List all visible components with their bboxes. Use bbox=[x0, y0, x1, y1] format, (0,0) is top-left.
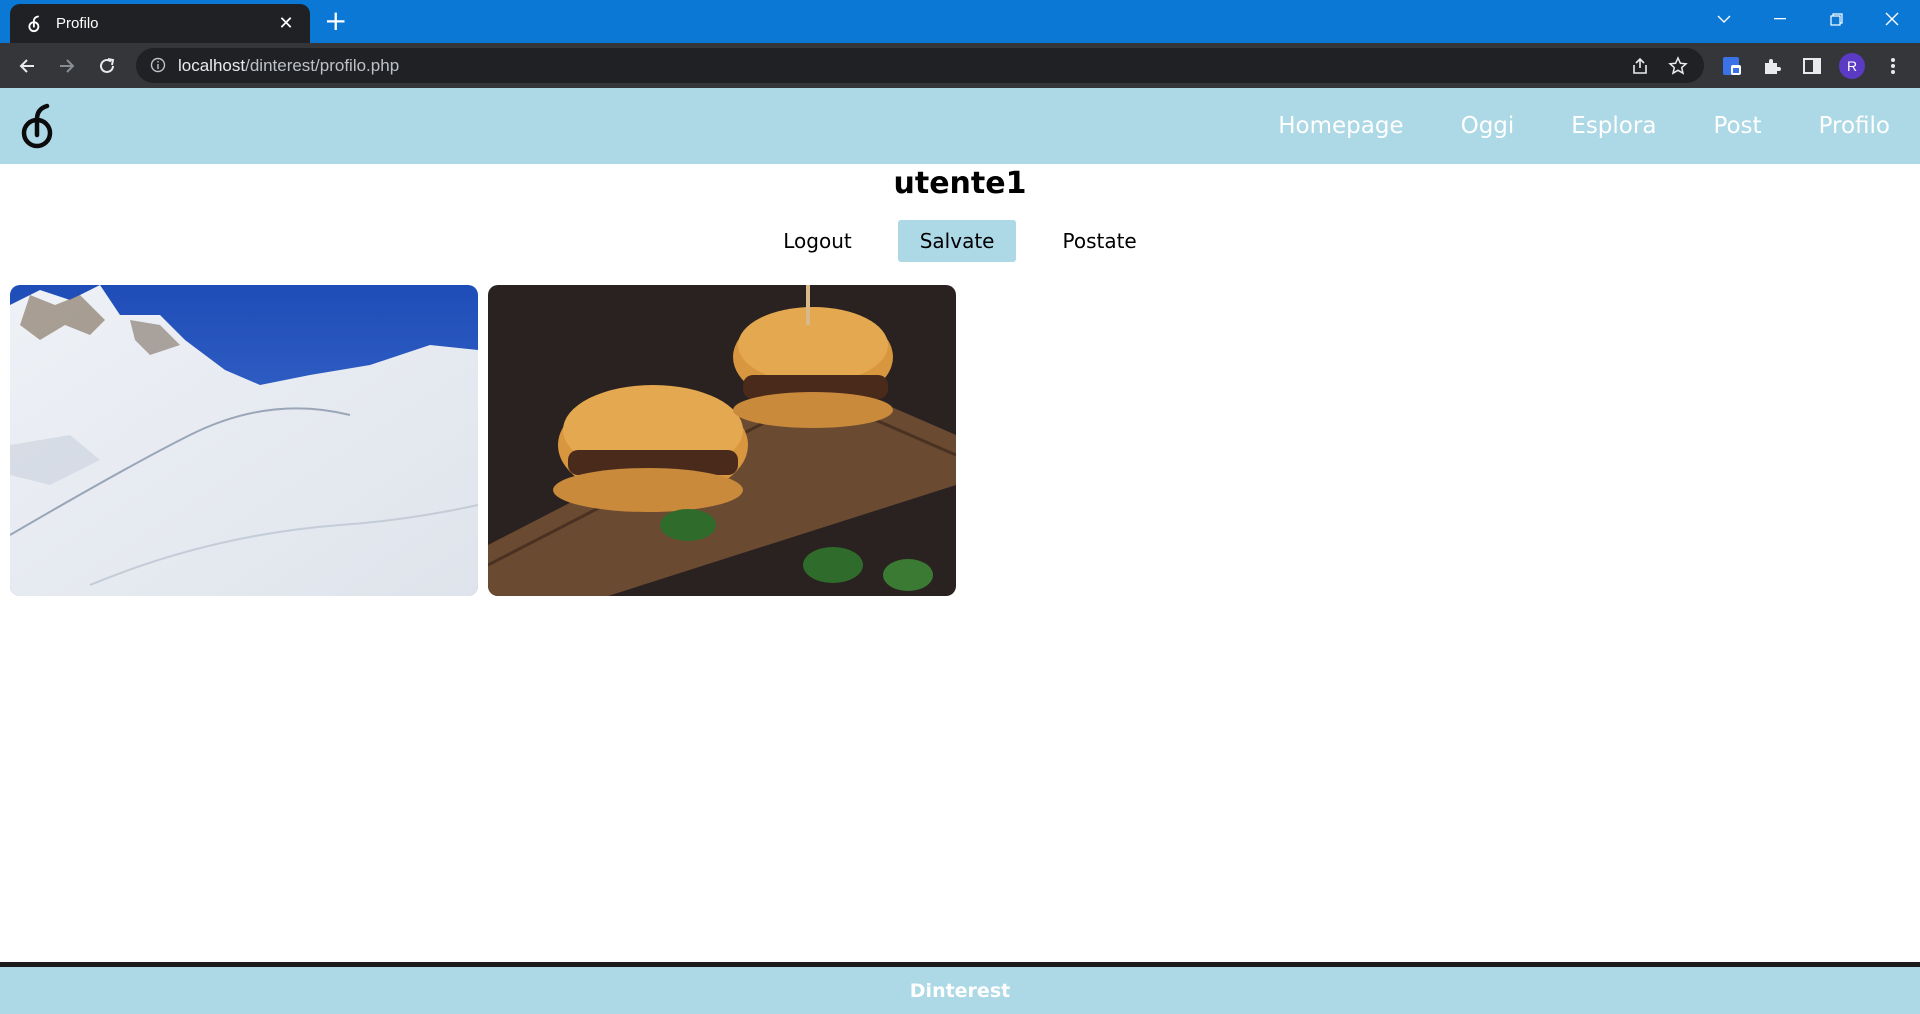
nav-link-oggi[interactable]: Oggi bbox=[1461, 113, 1515, 139]
site-navbar: Homepage Oggi Esplora Post Profilo bbox=[0, 88, 1920, 164]
site-footer: Dinterest bbox=[0, 962, 1920, 1014]
footer-brand: Dinterest bbox=[909, 979, 1011, 1002]
window-controls bbox=[1696, 0, 1920, 38]
minimize-icon[interactable] bbox=[1752, 0, 1808, 38]
post-card-ski-slope[interactable] bbox=[10, 285, 478, 596]
profile-username: utente1 bbox=[893, 166, 1027, 201]
forward-arrow-icon[interactable] bbox=[55, 54, 79, 78]
nav-link-post[interactable]: Post bbox=[1713, 113, 1761, 139]
saved-posts-grid bbox=[10, 285, 966, 596]
tab-postate[interactable]: Postate bbox=[1040, 220, 1158, 262]
nav-link-homepage[interactable]: Homepage bbox=[1278, 113, 1403, 139]
url-path: /dinterest/profilo.php bbox=[245, 56, 400, 75]
url-host: localhost bbox=[178, 56, 246, 75]
dinterest-logo-icon[interactable] bbox=[18, 102, 58, 150]
restore-icon[interactable] bbox=[1808, 0, 1864, 38]
tab-search-icon[interactable] bbox=[1696, 0, 1752, 38]
dinterest-favicon-icon bbox=[26, 15, 44, 33]
url-text: localhost/dinterest/profilo.php bbox=[178, 56, 399, 76]
post-card-burgers[interactable] bbox=[488, 285, 956, 596]
logout-button[interactable]: Logout bbox=[761, 220, 873, 262]
nav-link-esplora[interactable]: Esplora bbox=[1571, 113, 1656, 139]
browser-tabstrip: Profilo ✕ + bbox=[0, 0, 1920, 43]
browser-toolbar: localhost/dinterest/profilo.php R bbox=[0, 43, 1920, 88]
profile-tabs: Logout Salvate Postate bbox=[0, 219, 1920, 263]
address-bar[interactable]: localhost/dinterest/profilo.php bbox=[136, 48, 1704, 83]
extension-shield-icon[interactable] bbox=[1720, 54, 1744, 78]
site-info-icon[interactable] bbox=[150, 57, 166, 77]
tab-title: Profilo bbox=[56, 15, 99, 32]
nav-link-profilo[interactable]: Profilo bbox=[1819, 113, 1890, 139]
burgers-image bbox=[488, 285, 956, 596]
side-panel-icon[interactable] bbox=[1800, 54, 1824, 78]
bookmark-star-icon[interactable] bbox=[1668, 56, 1688, 80]
close-tab-icon[interactable]: ✕ bbox=[276, 14, 296, 33]
browser-tab[interactable]: Profilo ✕ bbox=[10, 4, 310, 43]
close-window-icon[interactable] bbox=[1864, 0, 1920, 38]
reload-icon[interactable] bbox=[95, 54, 119, 78]
profile-avatar[interactable]: R bbox=[1839, 53, 1865, 79]
extensions-puzzle-icon[interactable] bbox=[1760, 54, 1784, 78]
nav-links: Homepage Oggi Esplora Post Profilo bbox=[1221, 88, 1890, 164]
tab-salvate[interactable]: Salvate bbox=[897, 220, 1017, 262]
ski-slope-image bbox=[10, 285, 478, 596]
browser-menu-icon[interactable] bbox=[1881, 54, 1905, 78]
back-arrow-icon[interactable] bbox=[15, 54, 39, 78]
share-icon[interactable] bbox=[1630, 56, 1650, 80]
new-tab-icon[interactable]: + bbox=[324, 6, 347, 36]
